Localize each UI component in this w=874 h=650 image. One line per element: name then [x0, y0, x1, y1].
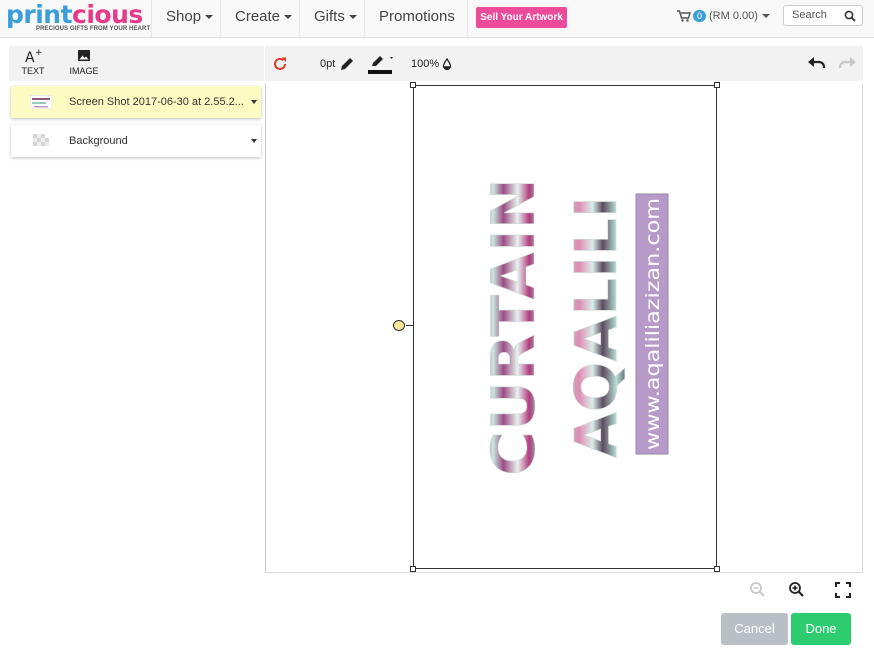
- resize-handle-top-left[interactable]: [410, 82, 416, 88]
- layer-label: Screen Shot 2017-06-30 at 2.55.2...: [69, 96, 244, 108]
- fullscreen-icon[interactable]: [833, 580, 853, 600]
- redo-button[interactable]: [837, 46, 857, 81]
- nav-promotions[interactable]: Promotions: [364, 0, 468, 37]
- chevron-down-icon: [284, 15, 293, 20]
- printcious-logo[interactable]: printcious PRECIOUS GIFTS FROM YOUR HEAR…: [4, 0, 151, 35]
- zoom-out-icon[interactable]: [748, 580, 768, 600]
- add-text-icon: A +: [25, 48, 42, 64]
- opacity-control[interactable]: 100%: [411, 46, 452, 81]
- add-element-toolbar: A + TEXT IMAGE: [9, 46, 264, 81]
- cart-link[interactable]: 0 (RM 0.00): [677, 8, 770, 24]
- image-icon: [78, 50, 90, 61]
- nav-shop[interactable]: Shop: [151, 0, 222, 37]
- editor-toolbar: 0pt 100%: [265, 46, 863, 81]
- refresh-icon: [274, 57, 286, 70]
- search-placeholder: Search: [792, 9, 827, 21]
- done-button[interactable]: Done: [791, 613, 851, 645]
- logo-wordmark: printcious: [6, 0, 143, 29]
- layer-thumbnail: [30, 95, 52, 109]
- logo-tagline: PRECIOUS GIFTS FROM YOUR HEART: [36, 26, 151, 32]
- product-artboard[interactable]: CURTAIN AQALILI www.aqaliliazizan.com: [410, 82, 720, 572]
- top-navbar: printcious PRECIOUS GIFTS FROM YOUR HEAR…: [0, 0, 874, 38]
- resize-handle-top-right[interactable]: [714, 82, 720, 88]
- chevron-down-icon: [205, 15, 214, 20]
- search-input[interactable]: Search: [783, 5, 863, 26]
- rotate-button[interactable]: [271, 46, 289, 81]
- chevron-down-icon: [761, 14, 770, 18]
- search-icon[interactable]: [844, 10, 856, 22]
- chevron-down-icon[interactable]: [251, 100, 257, 104]
- stroke-width-value: 0pt: [320, 57, 336, 70]
- undo-icon: [808, 56, 826, 68]
- add-text-tool[interactable]: A + TEXT: [13, 48, 53, 76]
- opacity-drop-icon: [442, 57, 452, 70]
- sell-artwork-button[interactable]: Sell Your Artwork: [476, 7, 567, 28]
- design-canvas[interactable]: CURTAIN AQALILI www.aqaliliazizan.com: [265, 82, 863, 573]
- cart-icon: [677, 10, 691, 22]
- layer-item-screenshot[interactable]: Screen Shot 2017-06-30 at 2.55.2...: [11, 86, 261, 118]
- chevron-down-icon: [348, 15, 357, 20]
- opacity-value: 100%: [411, 57, 440, 70]
- stroke-color-control[interactable]: [368, 46, 396, 81]
- zoom-in-icon[interactable]: [787, 580, 807, 600]
- artwork-image[interactable]: CURTAIN AQALILI www.aqaliliazizan.com: [474, 171, 674, 476]
- undo-button[interactable]: [807, 46, 827, 81]
- artwork-line-aqalili: AQALILI: [562, 196, 630, 458]
- artwork-line-curtain: CURTAIN: [479, 178, 549, 476]
- cart-total: (RM 0.00): [709, 10, 758, 22]
- nav-create[interactable]: Create: [220, 0, 300, 37]
- svg-text:A: A: [25, 50, 35, 64]
- cancel-button[interactable]: Cancel: [721, 613, 788, 645]
- redo-icon: [838, 56, 856, 68]
- svg-text:+: +: [35, 48, 42, 58]
- stroke-width-control[interactable]: 0pt: [320, 46, 355, 81]
- rotate-connector: [406, 325, 413, 326]
- nav-gifts[interactable]: Gifts: [299, 0, 366, 37]
- pencil-icon: [341, 57, 354, 70]
- stroke-color-icon: [368, 55, 393, 74]
- cart-count-badge: 0: [693, 10, 707, 22]
- layer-item-background[interactable]: Background: [11, 125, 261, 157]
- artwork-website: www.aqaliliazizan.com: [642, 198, 664, 450]
- rotate-handle[interactable]: [393, 320, 405, 331]
- resize-handle-bottom-left[interactable]: [410, 566, 416, 572]
- resize-handle-bottom-right[interactable]: [714, 566, 720, 572]
- add-image-tool[interactable]: IMAGE: [64, 48, 104, 76]
- layer-label: Background: [69, 135, 128, 147]
- transparency-icon: [33, 134, 49, 146]
- chevron-down-icon[interactable]: [251, 139, 257, 143]
- zoom-controls: [740, 580, 860, 602]
